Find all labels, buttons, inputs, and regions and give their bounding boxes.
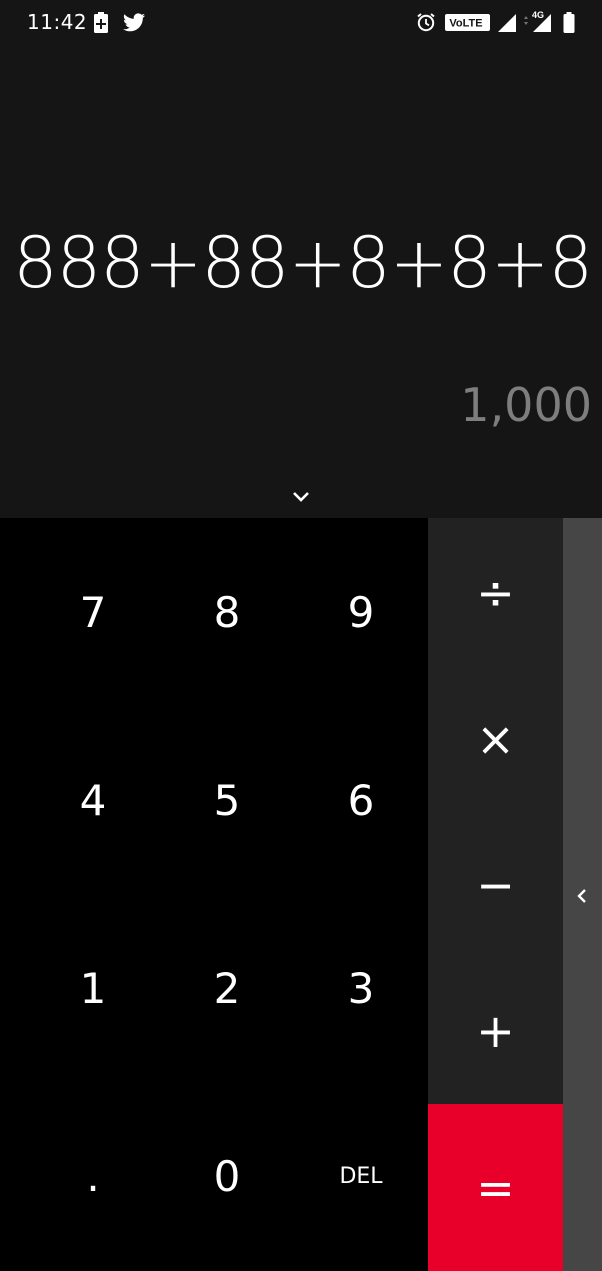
- equals-button[interactable]: =: [428, 1104, 563, 1271]
- advanced-panel-handle[interactable]: [563, 518, 602, 1271]
- delete-button[interactable]: DEL: [294, 1082, 428, 1270]
- divide-button[interactable]: ÷: [428, 520, 563, 666]
- 4g-signal-icon: 4G: [521, 8, 553, 38]
- number-keypad: 7 8 9 4 5 6 1 2 3 . 0 DEL: [0, 518, 428, 1271]
- key-6[interactable]: 6: [294, 706, 428, 894]
- battery-saver-icon: [93, 12, 109, 38]
- chevron-down-icon[interactable]: [290, 488, 312, 504]
- key-7[interactable]: 7: [26, 518, 160, 706]
- multiply-button[interactable]: ×: [428, 666, 563, 812]
- network-label: 4G: [532, 10, 544, 20]
- battery-icon: [563, 12, 575, 38]
- volte-icon: VoLTE: [445, 14, 490, 35]
- volte-label: VoLTE: [449, 18, 482, 30]
- display-area: 11:42 VoLTE 4G 888+88+8+8+8 1,000: [0, 0, 602, 518]
- plus-button[interactable]: +: [428, 958, 563, 1104]
- status-bar: 11:42 VoLTE 4G: [0, 0, 602, 46]
- expression-display: 888+88+8+8+8: [13, 222, 593, 304]
- twitter-icon: [122, 13, 146, 37]
- chevron-left-icon: [573, 887, 591, 905]
- status-time: 11:42: [27, 10, 88, 34]
- minus-button[interactable]: −: [428, 812, 563, 958]
- key-8[interactable]: 8: [160, 518, 294, 706]
- key-3[interactable]: 3: [294, 894, 428, 1082]
- key-5[interactable]: 5: [160, 706, 294, 894]
- key-2[interactable]: 2: [160, 894, 294, 1082]
- signal-icon: [497, 13, 517, 37]
- key-0[interactable]: 0: [160, 1082, 294, 1270]
- key-9[interactable]: 9: [294, 518, 428, 706]
- key-4[interactable]: 4: [26, 706, 160, 894]
- key-1[interactable]: 1: [26, 894, 160, 1082]
- key-decimal[interactable]: .: [26, 1082, 160, 1270]
- result-preview: 1,000: [460, 378, 592, 432]
- alarm-icon: [416, 12, 436, 36]
